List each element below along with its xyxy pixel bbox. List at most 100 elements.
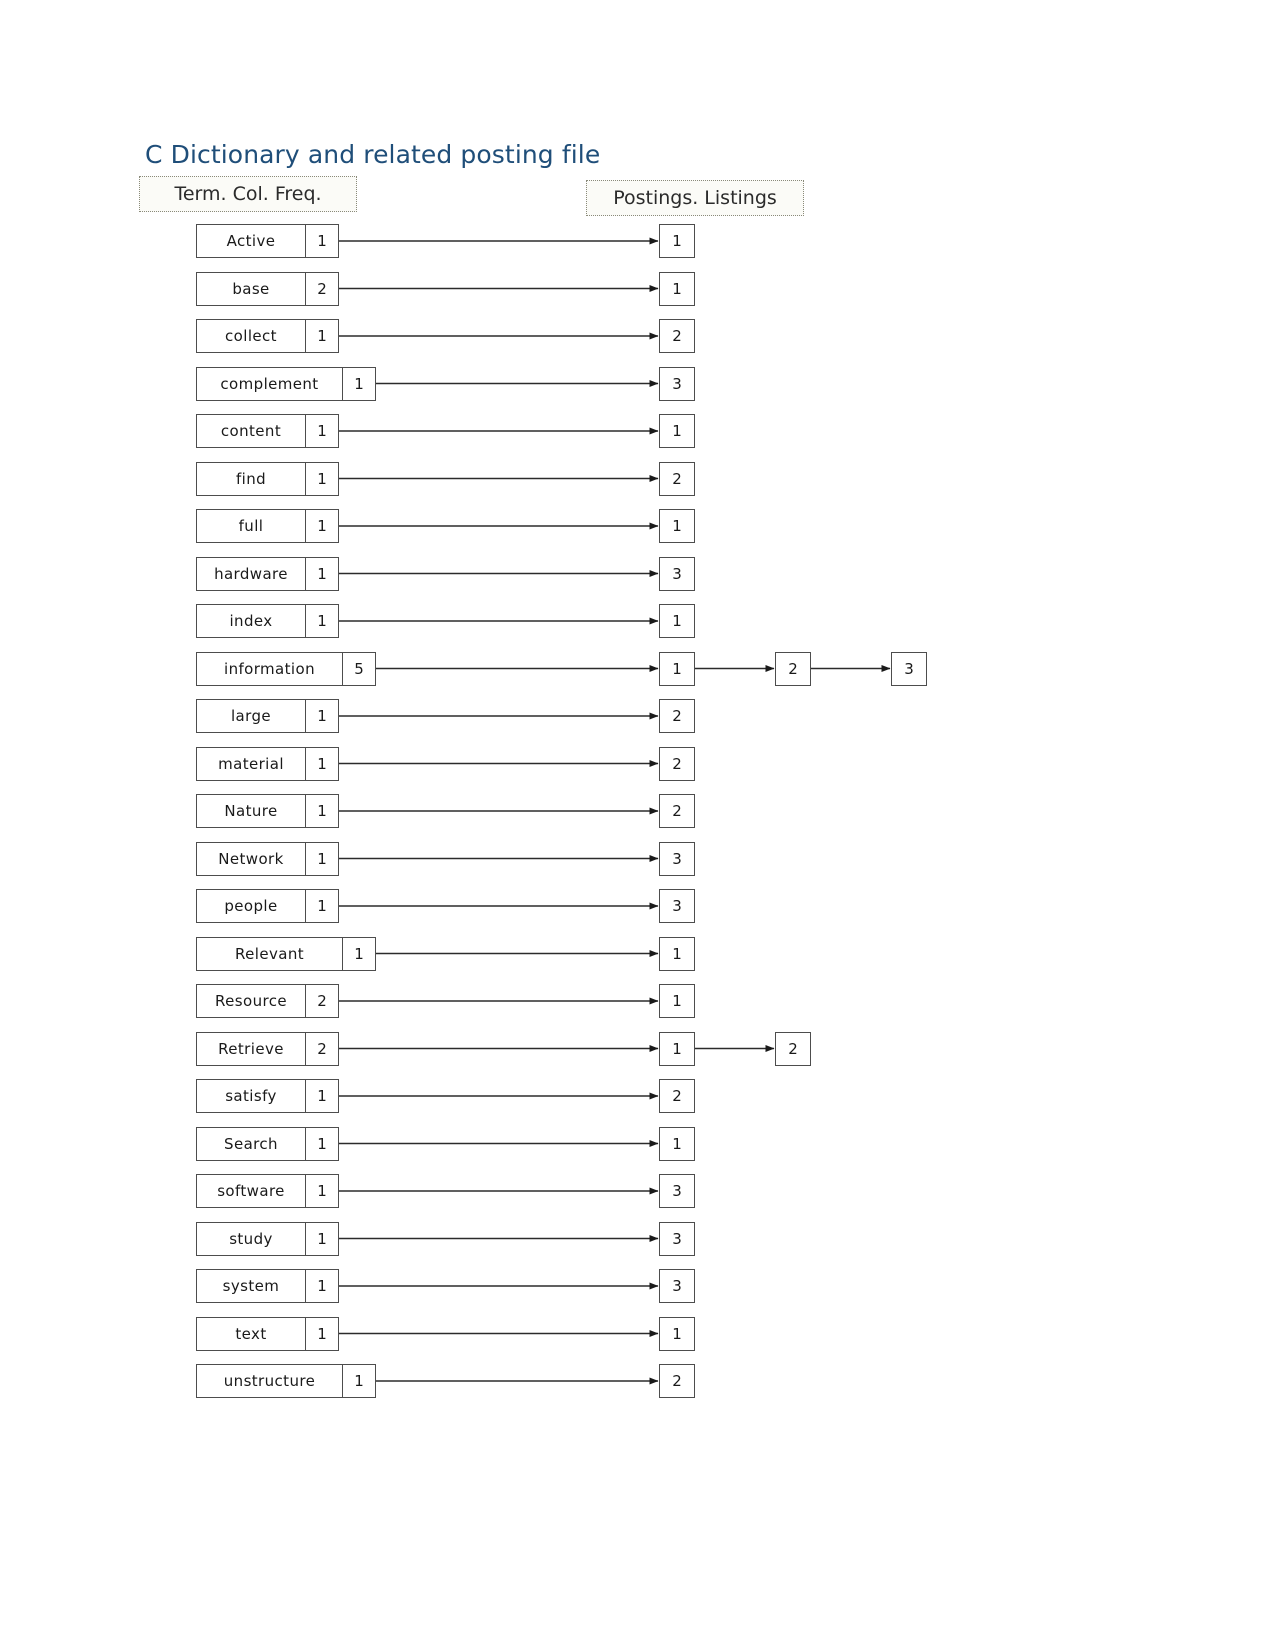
term-frequency: 1 <box>305 1222 338 1255</box>
dictionary-row[interactable]: information 5 <box>196 651 376 686</box>
term-label: base <box>232 279 270 298</box>
dictionary-row[interactable]: people 1 <box>196 889 339 923</box>
dictionary-row[interactable]: software 1 <box>196 1174 339 1208</box>
term-label: study <box>229 1229 273 1248</box>
dictionary-row[interactable]: text 1 <box>196 1316 339 1351</box>
term-frequency: 2 <box>305 1032 338 1065</box>
dictionary-diagram: Active 1 1 base 2 1 collect 1 2 complement 1 3 conte… <box>0 0 1275 1650</box>
term-frequency: 1 <box>342 937 375 970</box>
posting-box[interactable]: 2 <box>659 1079 695 1113</box>
posting-box[interactable]: 3 <box>659 366 695 401</box>
dictionary-row[interactable]: find 1 <box>196 461 339 496</box>
term-label: large <box>230 707 271 725</box>
term-frequency: 1 <box>305 415 338 447</box>
term-frequency: 1 <box>305 1270 338 1302</box>
posting-box[interactable]: 1 <box>659 414 695 448</box>
term-label: Retrieve <box>218 1039 284 1058</box>
term-label: material <box>218 754 284 773</box>
posting-box[interactable]: 1 <box>659 224 695 258</box>
term-frequency: 2 <box>305 272 338 305</box>
dictionary-row[interactable]: base 2 <box>196 271 339 306</box>
posting-box[interactable]: 3 <box>659 1269 695 1303</box>
dictionary-row[interactable]: satisfy 1 <box>196 1079 339 1113</box>
dictionary-row[interactable]: Network 1 <box>196 841 339 876</box>
posting-box[interactable]: 2 <box>659 461 695 496</box>
dictionary-row[interactable]: system 1 <box>196 1269 339 1303</box>
posting-box[interactable]: 1 <box>659 1126 695 1161</box>
dictionary-row[interactable]: Search 1 <box>196 1126 339 1161</box>
posting-box[interactable]: 1 <box>659 1316 695 1351</box>
term-label: information <box>224 659 315 678</box>
term-frequency: 1 <box>305 320 338 352</box>
term-frequency: 1 <box>305 510 338 542</box>
term-frequency: 1 <box>305 1080 338 1112</box>
term-frequency: 1 <box>305 747 338 780</box>
term-label: Search <box>224 1134 278 1153</box>
term-label: software <box>217 1182 285 1200</box>
posting-box[interactable]: 3 <box>659 841 695 876</box>
term-frequency: 1 <box>305 842 338 875</box>
posting-box[interactable]: 2 <box>775 1031 811 1066</box>
posting-box[interactable]: 2 <box>659 319 695 353</box>
term-frequency: 1 <box>305 700 338 732</box>
term-frequency: 1 <box>305 462 338 495</box>
term-frequency: 1 <box>305 1175 338 1207</box>
posting-box[interactable]: 3 <box>659 556 695 591</box>
term-label: Resource <box>215 992 287 1010</box>
term-frequency: 1 <box>305 890 338 922</box>
posting-box[interactable]: 2 <box>775 651 811 686</box>
posting-box[interactable]: 3 <box>659 1174 695 1208</box>
term-label: unstructure <box>223 1372 316 1390</box>
term-label: text <box>235 1324 267 1343</box>
posting-box[interactable]: 1 <box>659 604 695 638</box>
posting-box[interactable]: 1 <box>659 936 695 971</box>
term-frequency: 1 <box>305 795 338 827</box>
term-label: Relevant <box>234 944 305 963</box>
dictionary-row[interactable]: index 1 <box>196 604 339 638</box>
dictionary-row[interactable]: Relevant 1 <box>196 936 376 971</box>
term-frequency: 1 <box>342 367 375 400</box>
term-label: satisfy <box>225 1087 277 1105</box>
posting-box[interactable]: 3 <box>659 889 695 923</box>
term-label: people <box>224 897 278 915</box>
posting-box[interactable]: 2 <box>659 1364 695 1398</box>
dictionary-row[interactable]: hardware 1 <box>196 556 339 591</box>
dictionary-row[interactable]: large 1 <box>196 699 339 733</box>
posting-box[interactable]: 1 <box>659 984 695 1018</box>
posting-box[interactable]: 1 <box>659 509 695 543</box>
page-root: C Dictionary and related posting file Te… <box>0 0 1275 1650</box>
term-frequency: 5 <box>342 652 375 685</box>
dictionary-row[interactable]: Retrieve 2 <box>196 1031 339 1066</box>
posting-box[interactable]: 2 <box>659 746 695 781</box>
term-label: collect <box>225 327 277 345</box>
term-label: hardware <box>214 564 288 583</box>
term-frequency: 1 <box>305 1127 338 1160</box>
dictionary-row[interactable]: Resource 2 <box>196 984 339 1018</box>
posting-box[interactable]: 1 <box>659 271 695 306</box>
dictionary-row[interactable]: Nature 1 <box>196 794 339 828</box>
posting-box[interactable]: 2 <box>659 699 695 733</box>
dictionary-row[interactable]: study 1 <box>196 1221 339 1256</box>
term-label: Active <box>226 232 276 250</box>
posting-box[interactable]: 2 <box>659 794 695 828</box>
term-label: find <box>235 469 267 488</box>
dictionary-row[interactable]: collect 1 <box>196 319 339 353</box>
dictionary-row[interactable]: unstructure 1 <box>196 1364 376 1398</box>
term-frequency: 1 <box>305 1317 338 1350</box>
term-label: index <box>229 612 273 630</box>
term-label: full <box>238 517 264 535</box>
term-label: complement <box>220 374 319 393</box>
dictionary-row[interactable]: content 1 <box>196 414 339 448</box>
term-frequency: 1 <box>305 605 338 637</box>
posting-box[interactable]: 3 <box>659 1221 695 1256</box>
dictionary-row[interactable]: complement 1 <box>196 366 376 401</box>
term-label: content <box>220 422 282 440</box>
dictionary-row[interactable]: full 1 <box>196 509 339 543</box>
posting-box[interactable]: 1 <box>659 1031 695 1066</box>
posting-box[interactable]: 1 <box>659 651 695 686</box>
dictionary-row[interactable]: material 1 <box>196 746 339 781</box>
term-frequency: 1 <box>305 557 338 590</box>
posting-box[interactable]: 3 <box>891 651 927 686</box>
dictionary-row[interactable]: Active 1 <box>196 224 339 258</box>
term-label: system <box>222 1277 280 1295</box>
